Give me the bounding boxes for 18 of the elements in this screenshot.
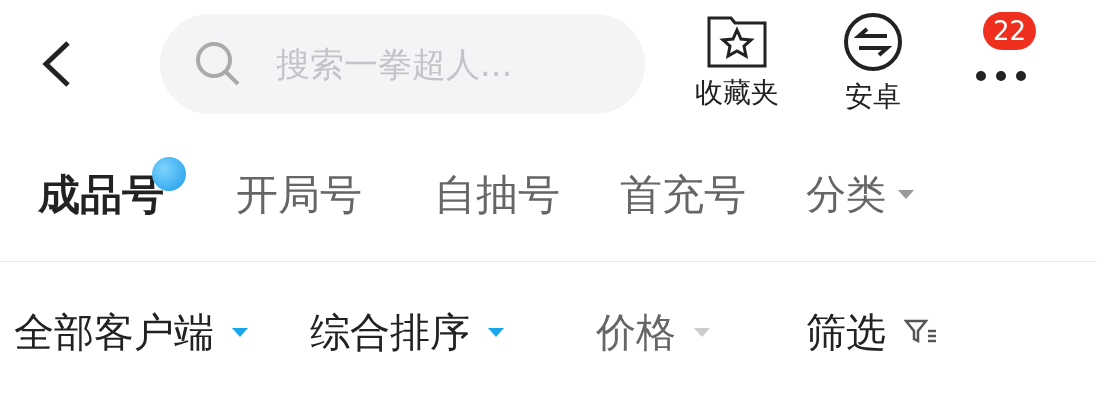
filter-dropdown[interactable]: 全部客户端: [14, 304, 248, 360]
filter-dropdown[interactable]: 价格: [596, 304, 710, 360]
favorites-button[interactable]: 收藏夹: [695, 16, 779, 112]
tab[interactable]: 自抽号: [434, 166, 560, 223]
filter-button[interactable]: 筛选: [806, 304, 938, 360]
tab[interactable]: 首充号: [620, 166, 746, 223]
more-icon: [975, 70, 1027, 82]
notification-badge: 22: [983, 12, 1037, 50]
swap-icon: [843, 12, 903, 72]
platform-button[interactable]: 安卓: [843, 12, 903, 116]
filter-icon: [904, 319, 938, 345]
star-folder-icon: [707, 16, 767, 68]
filter-dropdown[interactable]: 综合排序: [310, 304, 504, 360]
category-dropdown[interactable]: 分类: [806, 167, 914, 222]
caret-icon: [898, 190, 914, 199]
tab[interactable]: 成品号: [38, 166, 164, 223]
tab[interactable]: 开局号: [236, 166, 362, 223]
search-icon: [194, 40, 242, 88]
